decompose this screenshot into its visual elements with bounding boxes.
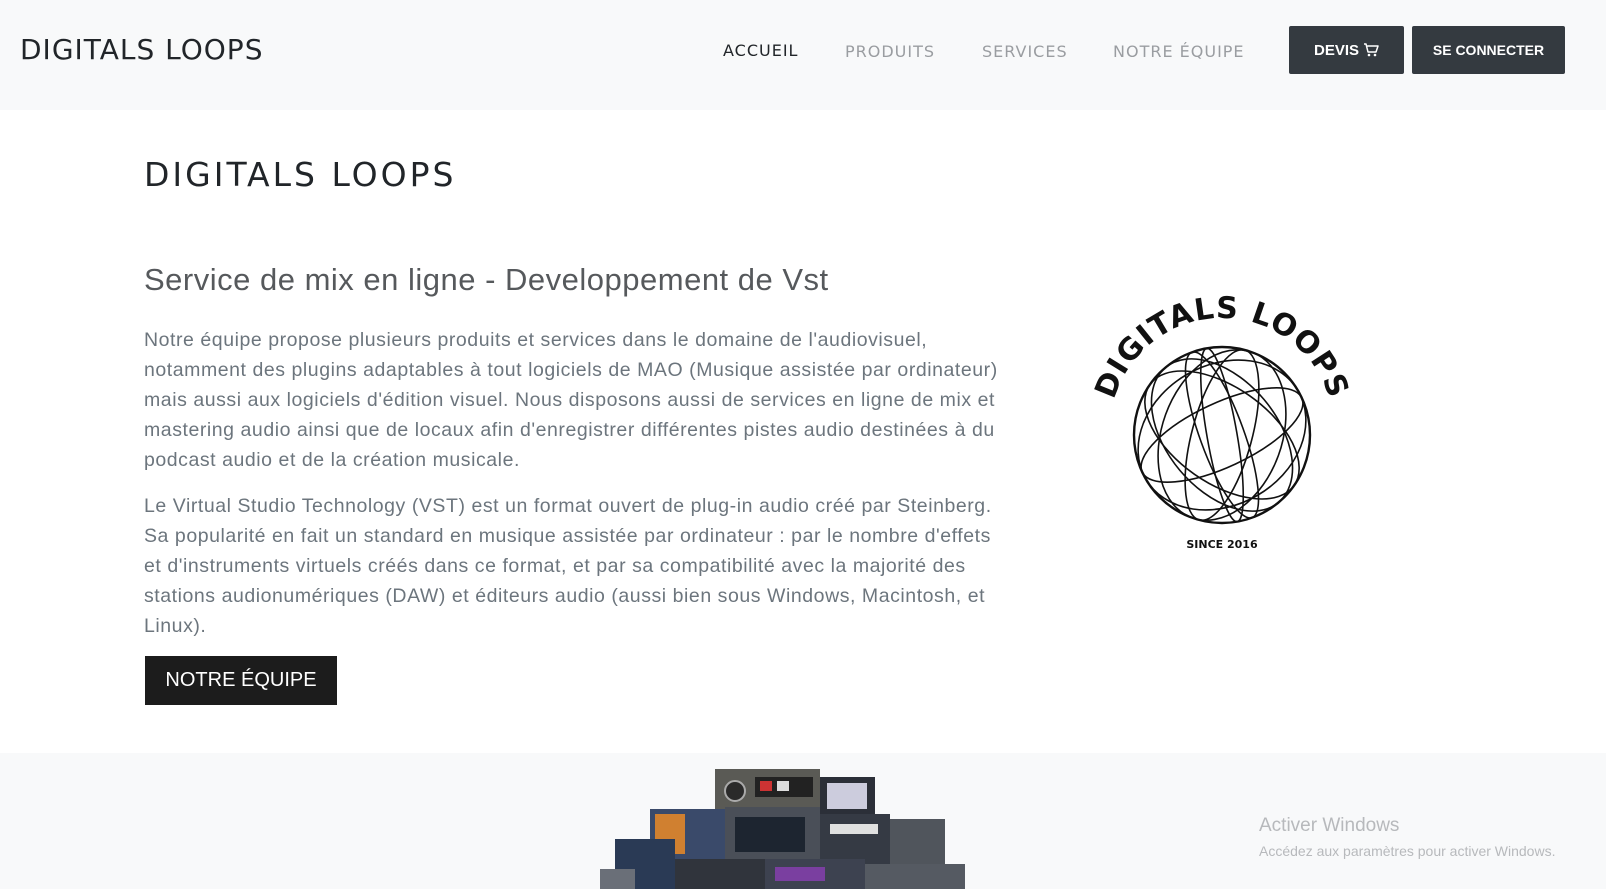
footer-band: Activer Windows Accédez aux paramètres p… xyxy=(0,753,1606,889)
plugin-collage-image xyxy=(595,769,985,889)
nav-link-services[interactable]: SERVICES xyxy=(982,42,1068,61)
intro-paragraph: Notre équipe propose plusieurs produits … xyxy=(144,329,998,471)
page-title: DIGITALS LOOPS xyxy=(144,155,457,194)
nav-link-notre-equipe[interactable]: NOTRE ÉQUIPE xyxy=(1113,42,1245,61)
cart-icon xyxy=(1363,42,1379,58)
devis-button-label: DEVIS xyxy=(1313,41,1359,59)
main-section: DIGITALS LOOPS Service de mix en ligne -… xyxy=(0,110,1606,753)
vst-paragraph: Le Virtual Studio Technology (VST) est u… xyxy=(144,495,992,637)
navbar-brand[interactable]: DIGITALS LOOPS xyxy=(20,33,263,66)
login-button[interactable]: SE CONNECTER xyxy=(1412,26,1565,74)
nav-link-produits[interactable]: PRODUITS xyxy=(845,42,935,61)
logo-since-text: SINCE 2016 xyxy=(1186,538,1258,551)
notre-equipe-button[interactable]: NOTRE ÉQUIPE xyxy=(145,656,337,705)
navbar: DIGITALS LOOPS ACCUEIL PRODUITS SERVICES… xyxy=(0,0,1606,110)
windows-activation-title: Activer Windows xyxy=(1259,815,1400,836)
digitals-loops-logo: DIGITALS LOOPS SINCE 2016 xyxy=(1082,270,1362,560)
page-subtitle: Service de mix en ligne - Developpement … xyxy=(144,262,829,297)
devis-button[interactable]: DEVIS xyxy=(1289,26,1404,74)
windows-activation-subtitle: Accédez aux paramètres pour activer Wind… xyxy=(1259,843,1556,859)
nav-link-accueil[interactable]: ACCUEIL xyxy=(723,41,798,60)
